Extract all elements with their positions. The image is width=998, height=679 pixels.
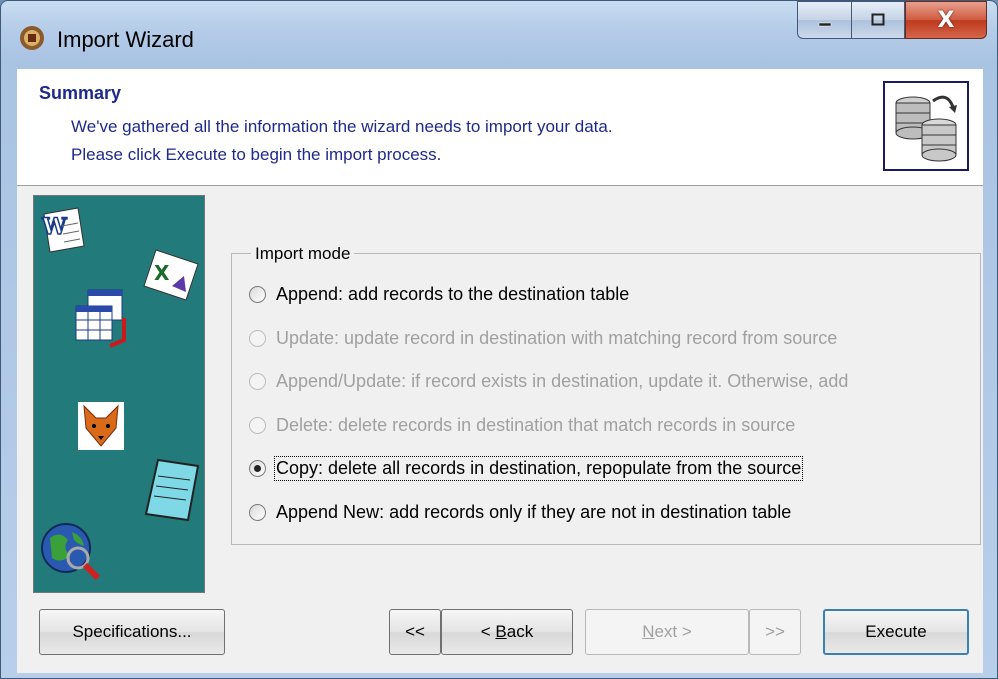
radio-append-update[interactable]: Append/Update: if record exists in desti…: [249, 368, 848, 394]
summary-line-1: We've gathered all the information the w…: [71, 117, 613, 136]
summary-line-2: Please click Execute to begin the import…: [71, 145, 442, 164]
page-title: Summary: [39, 83, 122, 103]
minimize-icon: [818, 22, 831, 27]
first-page-button[interactable]: <<: [389, 609, 441, 655]
close-icon: X: [937, 7, 955, 33]
radio-button[interactable]: [249, 329, 266, 347]
database-sync-icon: [883, 81, 969, 171]
back-button[interactable]: < Back: [441, 609, 573, 655]
radio-update[interactable]: Update: update record in destination wit…: [249, 325, 837, 351]
wizard-client-area: Summary We've gathered all the informati…: [17, 69, 983, 673]
radio-button[interactable]: [249, 503, 266, 521]
close-button[interactable]: X: [905, 1, 987, 39]
radio-append-new[interactable]: Append New: add records only if they are…: [249, 499, 791, 525]
next-button[interactable]: Next >: [585, 609, 749, 655]
radio-button[interactable]: [249, 416, 266, 434]
radio-copy[interactable]: Copy: delete all records in destination,…: [249, 455, 804, 481]
app-icon: [20, 26, 44, 50]
execute-label: Execute: [865, 622, 927, 641]
execute-button[interactable]: Execute: [823, 609, 969, 655]
word-document-icon: W: [40, 207, 85, 253]
maximize-icon: [871, 13, 885, 26]
last-page-button[interactable]: >>: [749, 609, 801, 655]
option-label: Update: update record in destination wit…: [276, 327, 838, 348]
option-label: Append/Update: if record exists in desti…: [276, 370, 849, 391]
import-wizard-window: Import Wizard X Summary We've gathered a…: [0, 0, 998, 679]
last-page-label: >>: [765, 622, 785, 641]
option-label: Copy: delete all records in destination,…: [273, 455, 804, 481]
radio-delete[interactable]: Delete: delete records in destination th…: [249, 412, 795, 438]
maximize-button[interactable]: [851, 1, 905, 39]
option-label: Append New: add records only if they are…: [276, 501, 792, 522]
first-page-label: <<: [405, 622, 425, 641]
radio-button[interactable]: [249, 372, 266, 390]
option-label: Append: add records to the destination t…: [276, 283, 630, 304]
notepad-icon: [144, 458, 200, 522]
back-label: < Back: [480, 622, 534, 641]
excel-document-icon: X: [143, 249, 199, 301]
window-title: Import Wizard: [57, 27, 194, 52]
svg-text:X: X: [154, 261, 170, 285]
radio-append[interactable]: Append: add records to the destination t…: [249, 281, 629, 307]
radio-button-selected[interactable]: [249, 459, 266, 477]
specifications-label: Specifications...: [72, 622, 192, 641]
radio-button[interactable]: [249, 285, 266, 303]
option-label: Delete: delete records in destination th…: [276, 414, 796, 435]
wizard-side-panel: W X: [33, 195, 205, 593]
summary-header: Summary We've gathered all the informati…: [17, 69, 983, 186]
specifications-button[interactable]: Specifications...: [39, 609, 225, 655]
svg-text:W: W: [41, 214, 67, 240]
title-bar[interactable]: Import Wizard X: [1, 1, 997, 67]
globe-search-icon: [41, 523, 101, 581]
foxpro-fox-icon: [78, 402, 124, 450]
import-mode-label: Import mode: [251, 244, 355, 264]
table-relation-icon: [75, 289, 126, 348]
next-label: Next >: [642, 622, 692, 641]
minimize-button[interactable]: [797, 1, 851, 39]
